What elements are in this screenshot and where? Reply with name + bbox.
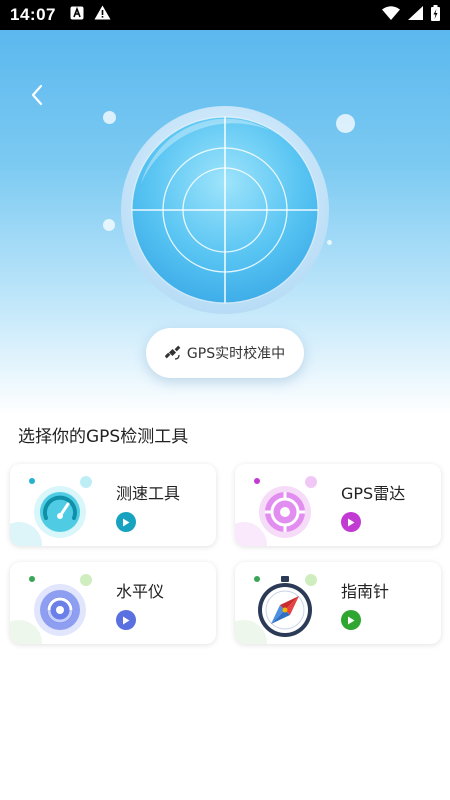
play-icon bbox=[123, 616, 130, 624]
radar-target-icon bbox=[249, 472, 321, 540]
system-icons bbox=[382, 4, 440, 26]
tool-card-label: 测速工具 bbox=[116, 484, 181, 503]
hero-panel: GPS实时校准中 bbox=[0, 30, 450, 415]
notification-icons bbox=[70, 5, 111, 25]
compass-icon bbox=[249, 570, 321, 638]
tool-card-label: 指南针 bbox=[341, 582, 390, 601]
play-icon bbox=[123, 518, 130, 526]
decor-bubble bbox=[336, 114, 355, 133]
wifi-icon bbox=[382, 5, 400, 25]
play-button[interactable] bbox=[116, 512, 136, 532]
tool-card-speed[interactable]: 测速工具 bbox=[10, 464, 216, 546]
app-notification-icon bbox=[70, 6, 84, 25]
satellite-icon bbox=[164, 345, 181, 360]
decor-bubble bbox=[103, 219, 115, 231]
tool-card-label: 水平仪 bbox=[116, 582, 165, 601]
play-button[interactable] bbox=[341, 610, 361, 630]
signal-icon bbox=[408, 5, 423, 25]
play-icon bbox=[348, 518, 355, 526]
warning-icon bbox=[94, 5, 111, 25]
gps-status-text: GPS实时校准中 bbox=[186, 346, 286, 362]
status-time: 14:07 bbox=[10, 5, 56, 24]
section-title: 选择你的GPS检测工具 bbox=[18, 427, 189, 447]
gps-status-pill: GPS实时校准中 bbox=[146, 328, 304, 378]
level-icon bbox=[24, 570, 96, 638]
play-icon bbox=[348, 616, 355, 624]
tool-card-compass[interactable]: 指南针 bbox=[235, 562, 441, 644]
tool-card-label: GPS雷达 bbox=[341, 484, 406, 503]
battery-icon bbox=[431, 4, 440, 26]
tool-card-gps-radar[interactable]: GPS雷达 bbox=[235, 464, 441, 546]
tool-card-level[interactable]: 水平仪 bbox=[10, 562, 216, 644]
status-bar: 14:07 bbox=[0, 0, 450, 30]
radar-graphic bbox=[119, 104, 331, 316]
chevron-left-icon bbox=[31, 84, 43, 106]
play-button[interactable] bbox=[116, 610, 136, 630]
back-button[interactable] bbox=[22, 80, 52, 110]
decor-bubble bbox=[103, 111, 116, 124]
speedometer-icon bbox=[24, 472, 96, 540]
play-button[interactable] bbox=[341, 512, 361, 532]
